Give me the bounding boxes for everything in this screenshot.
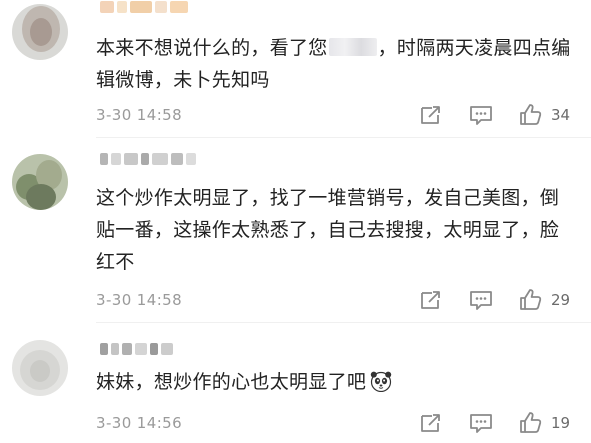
comment-text-part: 妹妹，想炒作的心也太明显了吧	[96, 371, 367, 393]
thumbs-up-icon[interactable]	[518, 102, 544, 128]
comment-timestamp: 3-30 14:58	[96, 291, 183, 309]
comment-icon[interactable]	[468, 410, 494, 436]
comment-meta: 3-30 14:58 29	[0, 285, 591, 315]
like-count: 29	[551, 291, 571, 309]
comment-item-3: 妹妹，想炒作的心也太明显了吧 3-30 14:56 19	[0, 326, 591, 443]
avatar[interactable]	[12, 4, 68, 60]
avatar[interactable]	[12, 340, 68, 396]
avatar[interactable]	[12, 154, 68, 210]
divider	[96, 322, 591, 323]
comment-item-1: 本来不想说什么的，看了您 ，时隔两天凌晨四点编辑微博，未卜先知吗 3-30 14:…	[0, 0, 591, 135]
panda-face-emoji	[370, 370, 392, 393]
comment-meta: 3-30 14:56 19	[0, 408, 591, 438]
share-icon[interactable]	[418, 410, 444, 436]
divider	[96, 137, 591, 138]
comment-meta: 3-30 14:58 34	[0, 100, 591, 130]
comment-text-part: 本来不想说什么的，看了您	[96, 37, 328, 59]
comment-feed: 本来不想说什么的，看了您 ，时隔两天凌晨四点编辑微博，未卜先知吗 3-30 14:…	[0, 0, 591, 443]
like-count: 19	[551, 414, 571, 432]
like-count: 34	[551, 106, 571, 124]
comment-text: 本来不想说什么的，看了您 ，时隔两天凌晨四点编辑微博，未卜先知吗	[96, 32, 574, 96]
share-icon[interactable]	[418, 287, 444, 313]
username-redacted[interactable]	[100, 152, 196, 166]
comment-icon[interactable]	[468, 102, 494, 128]
username-redacted[interactable]	[100, 342, 173, 356]
username-redacted[interactable]	[100, 0, 188, 14]
comment-item-2: 这个炒作太明显了，找了一堆营销号，发自己美图，倒贴一番，这操作太熟悉了，自己去搜…	[0, 140, 591, 320]
comment-timestamp: 3-30 14:58	[96, 106, 183, 124]
comment-timestamp: 3-30 14:56	[96, 414, 183, 432]
share-icon[interactable]	[418, 102, 444, 128]
thumbs-up-icon[interactable]	[518, 410, 544, 436]
comment-icon[interactable]	[468, 287, 494, 313]
comment-text: 这个炒作太明显了，找了一堆营销号，发自己美图，倒贴一番，这操作太熟悉了，自己去搜…	[96, 187, 560, 273]
thumbs-up-icon[interactable]	[518, 287, 544, 313]
comment-text: 妹妹，想炒作的心也太明显了吧	[96, 366, 574, 398]
redacted-text	[328, 38, 377, 56]
